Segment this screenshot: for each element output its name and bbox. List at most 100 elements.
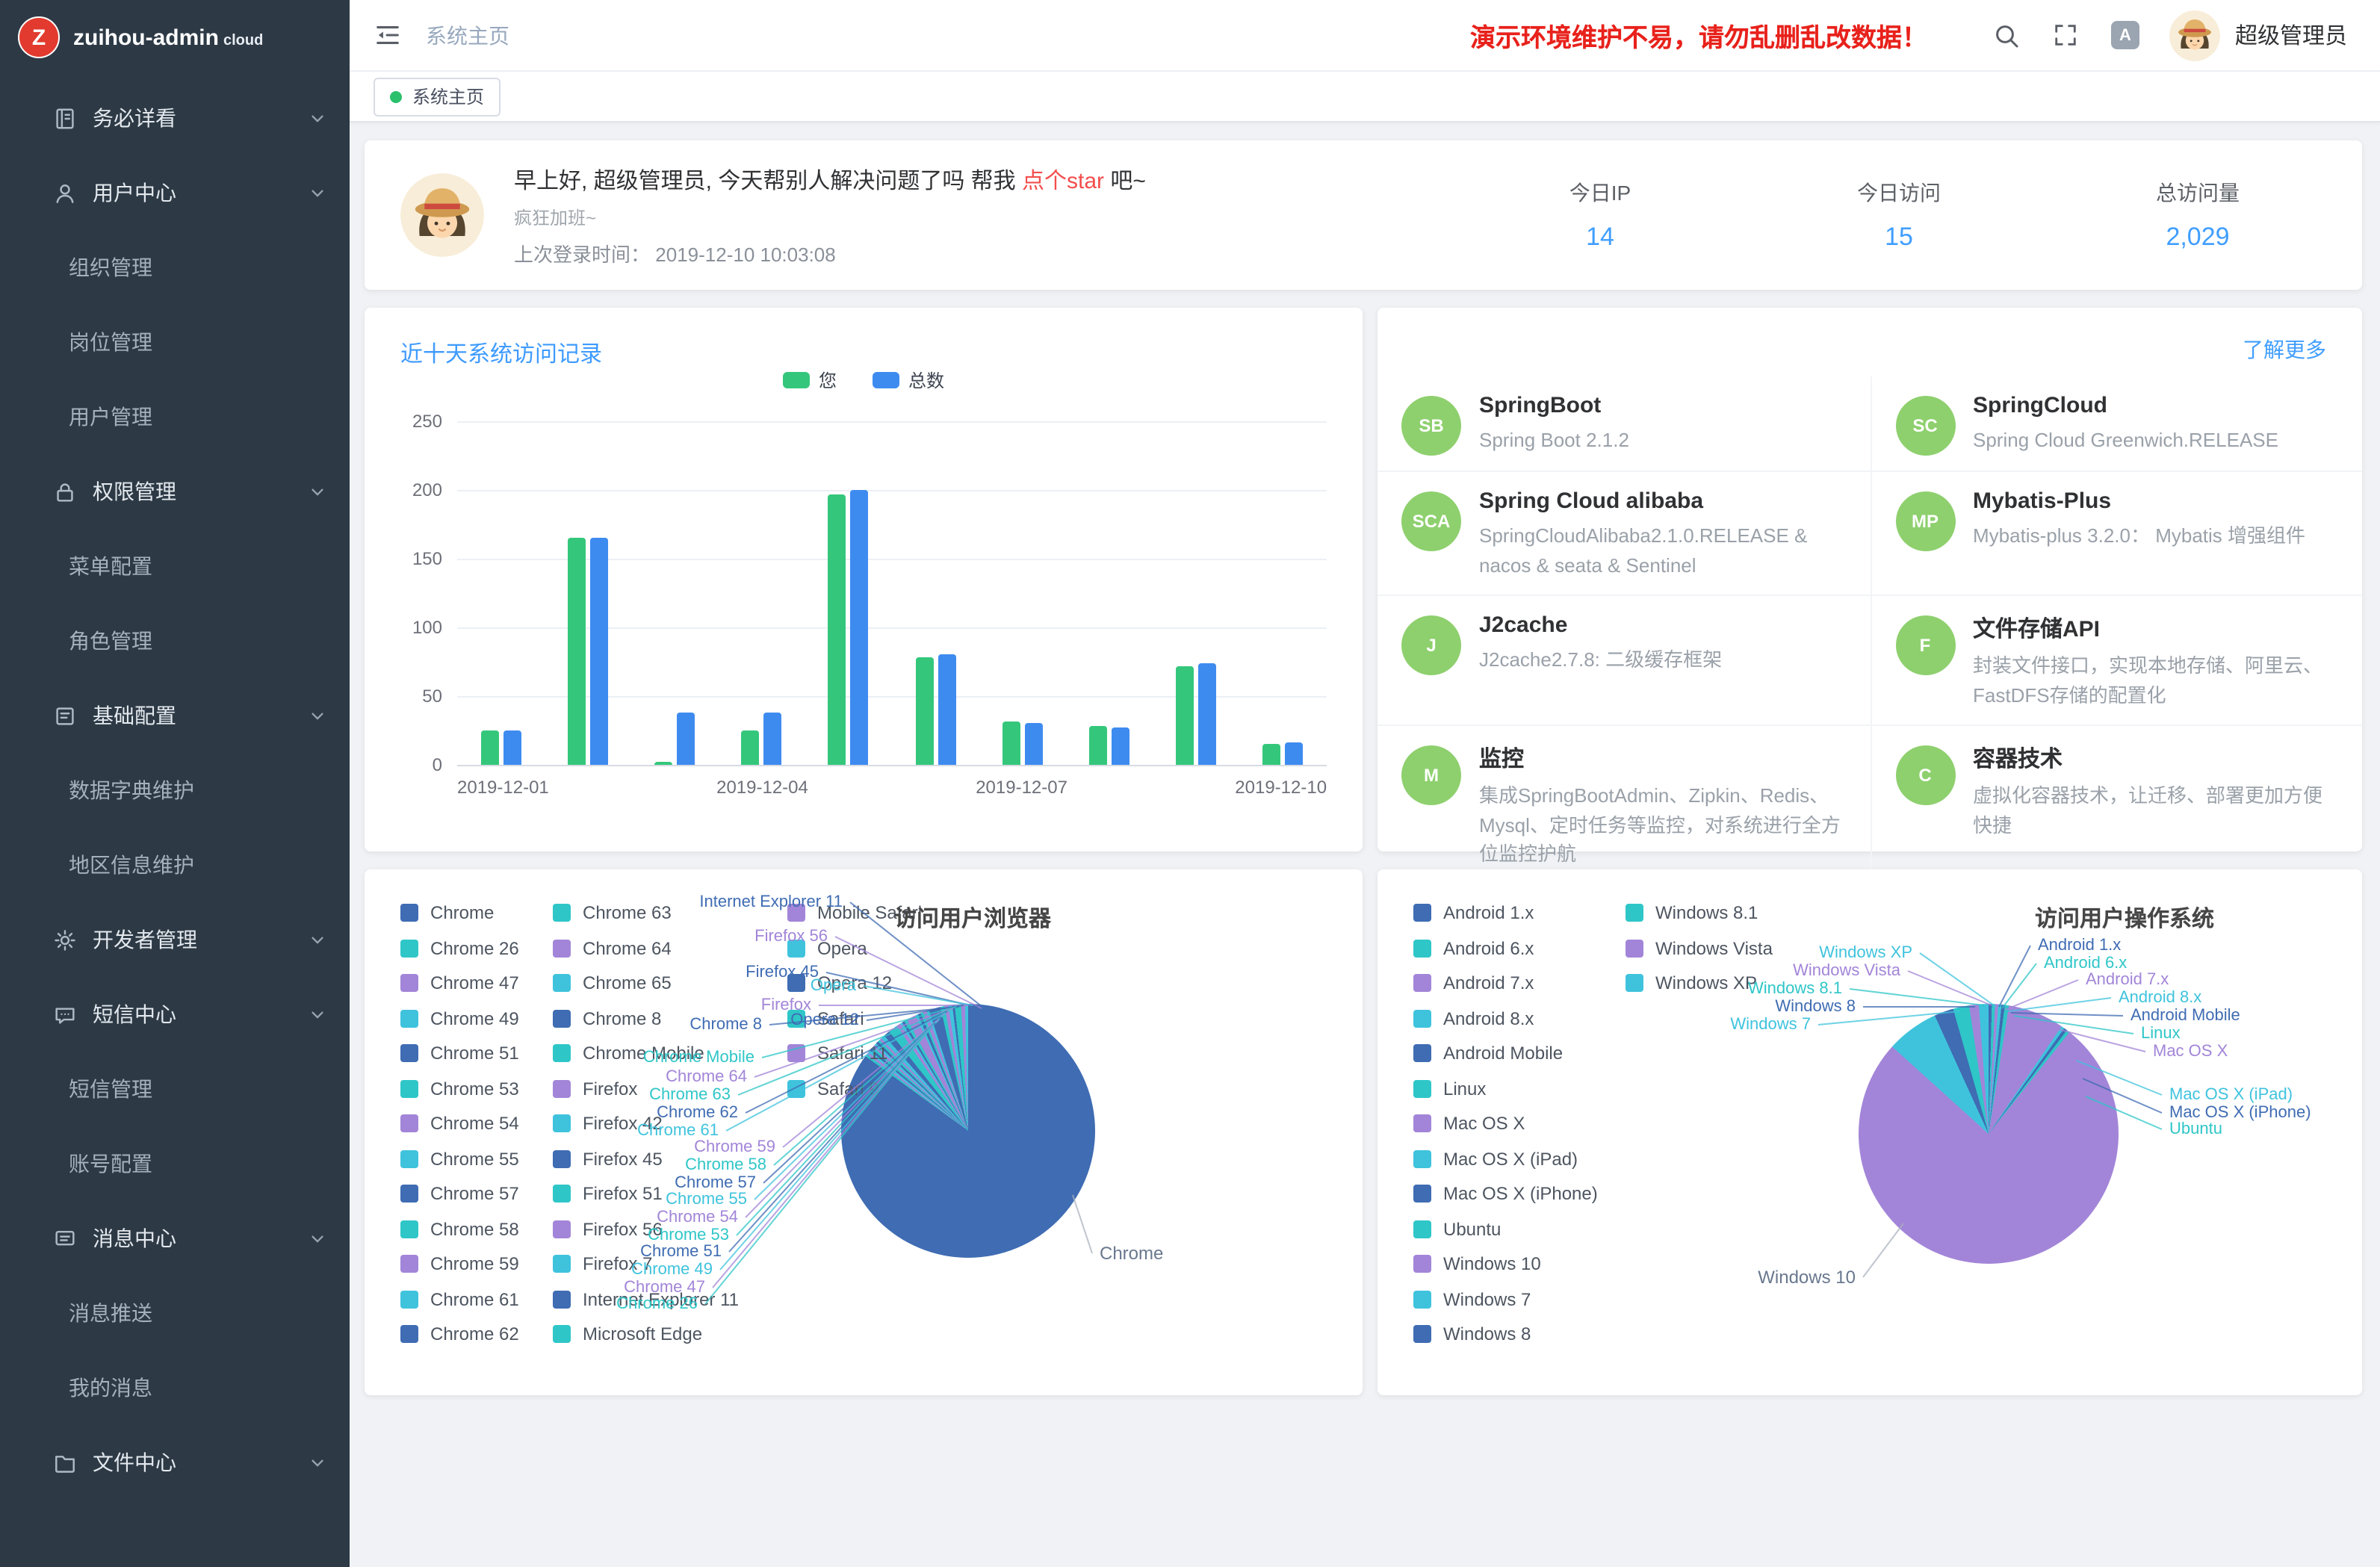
legend-item[interactable]: Android 7.x — [1413, 972, 1598, 993]
legend-item[interactable]: Microsoft Edge — [553, 1324, 739, 1344]
legend-item[interactable]: Mac OS X (iPhone) — [1413, 1183, 1598, 1204]
legend-item[interactable]: Ubuntu — [1413, 1218, 1598, 1239]
browser-pie-title: 访问用户浏览器 — [894, 902, 1051, 934]
tab-home[interactable]: 系统主页 — [374, 77, 501, 116]
legend-marker — [553, 1290, 571, 1308]
sidebar-item-data-dict[interactable]: 数据字典维护 — [0, 753, 350, 828]
sidebar-item-role-manage[interactable]: 角色管理 — [0, 603, 350, 678]
sidebar-item-menu-config[interactable]: 菜单配置 — [0, 529, 350, 603]
legend-item[interactable]: Windows Vista — [1626, 937, 1773, 958]
tech-title: 容器技术 — [1973, 742, 2335, 774]
legend-item[interactable]: Chrome 55 — [400, 1148, 519, 1169]
legend-item[interactable]: Chrome — [400, 902, 519, 923]
pie-callout-label: Linux — [2141, 1025, 2181, 1043]
legend-item[interactable]: Chrome 26 — [400, 937, 519, 958]
legend-item[interactable]: Android 8.x — [1413, 1008, 1598, 1028]
legend-label: Android 6.x — [1443, 937, 1534, 958]
legend-item[interactable]: 总数 — [873, 367, 944, 393]
greeting-subtitle: 疯狂加班~ — [514, 204, 1451, 229]
breadcrumb: 系统主页 — [426, 20, 509, 50]
legend-item[interactable]: Mac OS X — [1413, 1113, 1598, 1134]
sidebar-item-message-center[interactable]: 消息中心 — [0, 1201, 350, 1276]
learn-more-link[interactable]: 了解更多 — [2243, 335, 2326, 364]
tab-label: 系统主页 — [412, 84, 484, 109]
app-logo[interactable]: Z zuihou-admincloud — [0, 0, 350, 75]
sidebar-item-my-message[interactable]: 我的消息 — [0, 1350, 350, 1425]
user-avatar[interactable] — [2169, 10, 2220, 60]
sidebar-item-org-manage[interactable]: 组织管理 — [0, 230, 350, 305]
legend-label: Chrome 54 — [430, 1113, 519, 1134]
star-link[interactable]: 点个star — [1022, 168, 1104, 193]
sidebar-item-label: 用户管理 — [69, 402, 152, 432]
sidebar-item-account-config[interactable]: 账号配置 — [0, 1126, 350, 1201]
tech-body: Mybatis-PlusMybatis-plus 3.2.0： Mybatis … — [1973, 488, 2305, 580]
sidebar-item-area-info[interactable]: 地区信息维护 — [0, 828, 350, 902]
legend-marker — [553, 1044, 571, 1062]
legend-item[interactable]: Android 6.x — [1413, 937, 1598, 958]
legend-item[interactable]: Chrome 61 — [400, 1288, 519, 1309]
sidebar-item-label: 角色管理 — [69, 626, 152, 656]
sidebar-item-user-manage[interactable]: 用户管理 — [0, 379, 350, 454]
legend-item[interactable]: Linux — [1413, 1078, 1598, 1099]
legend-item[interactable]: Windows 8.1 — [1626, 902, 1773, 923]
sidebar-item-permission-manage[interactable]: 权限管理 — [0, 454, 350, 529]
sidebar-item-file-center[interactable]: 文件中心 — [0, 1425, 350, 1500]
sidebar-item-label: 文件中心 — [93, 1447, 176, 1477]
tech-title: 监控 — [1479, 742, 1843, 774]
chevron-down-icon — [309, 1454, 326, 1471]
sidebar-item-developer-manage[interactable]: 开发者管理 — [0, 902, 350, 977]
bar-groups — [457, 421, 1327, 765]
legend-label: Ubuntu — [1443, 1218, 1501, 1239]
sidebar-item-sms-center[interactable]: 短信中心 — [0, 977, 350, 1052]
username[interactable]: 超级管理员 — [2235, 19, 2347, 51]
legend-label: Chrome 8 — [583, 1008, 661, 1028]
tech-title: Mybatis-Plus — [1973, 488, 2305, 514]
tech-body: J2cacheJ2cache2.7.8: 二级缓存框架 — [1479, 612, 1722, 710]
legend-item[interactable]: Safari 11 — [787, 1043, 922, 1064]
font-size-icon[interactable]: A — [2111, 21, 2139, 49]
sidebar-item-user-center[interactable]: 用户中心 — [0, 155, 350, 230]
legend-item[interactable]: Chrome 47 — [400, 972, 519, 993]
x-tick-label: 2019-12-07 — [976, 777, 1067, 798]
legend-item[interactable]: Chrome 62 — [400, 1324, 519, 1344]
legend-item[interactable]: Android 1.x — [1413, 902, 1598, 923]
legend-item[interactable]: Windows 7 — [1413, 1288, 1598, 1309]
legend-marker — [1413, 1009, 1431, 1027]
bar — [677, 713, 695, 765]
sidebar-item-must-read[interactable]: 务必详看 — [0, 81, 350, 155]
sidebar-item-label: 账号配置 — [69, 1149, 152, 1179]
fullscreen-icon[interactable] — [2053, 22, 2078, 48]
legend-item[interactable]: Mac OS X (iPad) — [1413, 1148, 1598, 1169]
legend-item[interactable]: Chrome 54 — [400, 1113, 519, 1134]
tech-stack-card: 了解更多 SBSpringBootSpring Boot 2.1.2SCSpri… — [1378, 308, 2362, 851]
sidebar-item-message-push[interactable]: 消息推送 — [0, 1276, 350, 1350]
legend-item[interactable]: Windows 10 — [1413, 1253, 1598, 1274]
legend-item[interactable]: Chrome 51 — [400, 1043, 519, 1064]
legend-item[interactable]: Chrome 53 — [400, 1078, 519, 1099]
sidebar-item-post-manage[interactable]: 岗位管理 — [0, 305, 350, 379]
sidebar-item-sms-manage[interactable]: 短信管理 — [0, 1052, 350, 1126]
pie-callout-label: Opera — [811, 977, 856, 995]
sidebar-menu: 务必详看用户中心组织管理岗位管理用户管理权限管理菜单配置角色管理基础配置数据字典… — [0, 75, 350, 1567]
tech-item: F文件存储API封装文件接口，实现本地存储、阿里云、FastDFS存储的配置化 — [1870, 595, 2362, 724]
sidebar-collapse-icon[interactable] — [374, 21, 402, 49]
legend-item[interactable]: Chrome 58 — [400, 1218, 519, 1239]
legend-item[interactable]: 您 — [783, 367, 837, 393]
legend-item[interactable]: Chrome 65 — [553, 972, 739, 993]
legend-item[interactable]: Chrome 57 — [400, 1183, 519, 1204]
legend-item[interactable]: Chrome 59 — [400, 1253, 519, 1274]
legend-marker — [1626, 974, 1643, 992]
legend-item[interactable]: Android Mobile — [1413, 1043, 1598, 1064]
sidebar-item-base-config[interactable]: 基础配置 — [0, 678, 350, 753]
legend-item[interactable]: Chrome 64 — [553, 937, 739, 958]
pie-callout-label: Chrome 53 — [648, 1226, 729, 1244]
bar — [828, 494, 846, 765]
bar — [915, 658, 933, 766]
legend-marker — [400, 1079, 418, 1097]
legend-item[interactable]: Chrome 49 — [400, 1008, 519, 1028]
legend-item[interactable]: Safari 9 — [787, 1078, 922, 1099]
search-icon[interactable] — [1993, 22, 2020, 49]
pie-callout-label: Opera 12 — [790, 1011, 859, 1029]
legend-item[interactable]: Windows 8 — [1413, 1324, 1598, 1344]
x-tick-label: 2019-12-04 — [716, 777, 808, 798]
